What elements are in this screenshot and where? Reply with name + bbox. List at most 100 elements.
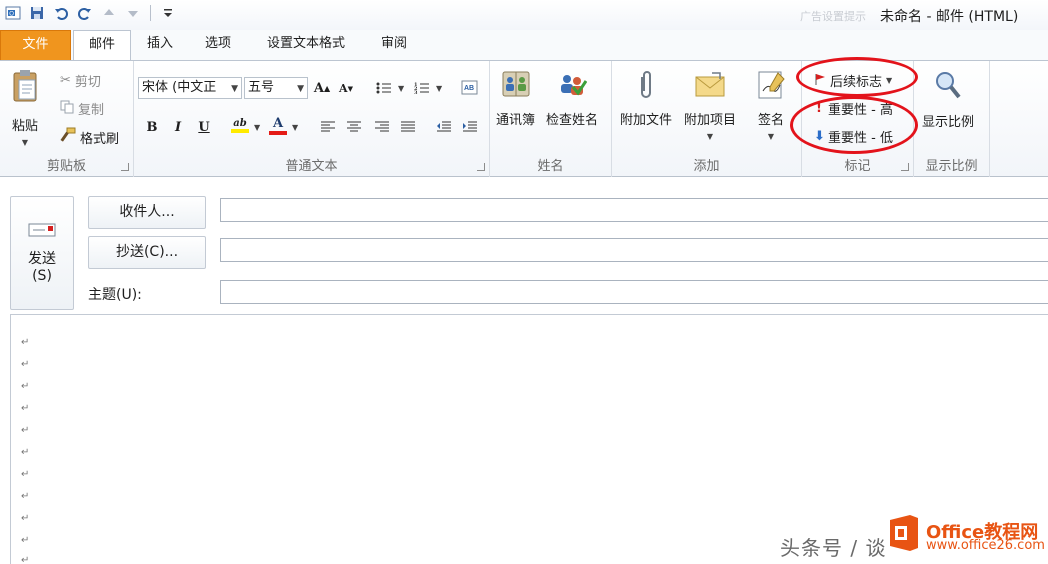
office-logo-icon — [886, 514, 920, 552]
basic-text-group: 宋体 (中文正 ▼ 五号 ▼ A ▲ A ▼ ▼ 123 ▼ AB B I U ab… — [134, 61, 490, 177]
address-book-button[interactable]: 通讯簿 — [496, 69, 535, 128]
title-bar: O 广告设置提示 未命名 - 邮件 (HTML) — [0, 0, 1048, 30]
increase-indent-icon[interactable] — [460, 117, 480, 137]
paragraph-mark: ↵ — [21, 513, 30, 524]
signature-icon — [756, 69, 786, 105]
cc-field[interactable] — [220, 238, 1048, 262]
tab-options[interactable]: 选项 — [190, 30, 246, 60]
paragraph-mark: ↵ — [21, 535, 30, 546]
qat-separator — [150, 5, 151, 21]
address-book-label: 通讯簿 — [496, 113, 536, 128]
paste-dropdown-icon[interactable]: ▼ — [22, 138, 28, 147]
paragraph-mark: ↵ — [21, 425, 30, 436]
check-names-label: 检查姓名 — [546, 113, 599, 128]
paragraph-mark: ↵ — [21, 403, 30, 414]
justify-icon[interactable] — [398, 117, 418, 137]
attach-item-button[interactable]: 附加项目 ▼ — [684, 69, 736, 141]
styles-icon[interactable]: AB — [460, 78, 480, 98]
format-painter-label: 格式刷 — [80, 131, 120, 147]
paragraph-mark: ↵ — [21, 469, 30, 480]
annotation-ellipse-importance — [790, 96, 918, 154]
send-label: 发送 — [28, 251, 56, 267]
subject-field[interactable] — [220, 280, 1048, 304]
send-button[interactable]: 发送 (S) — [10, 196, 74, 310]
clipboard-group-label: 剪贴板 — [46, 159, 86, 174]
highlight-icon[interactable]: ab — [230, 115, 250, 135]
bold-icon[interactable]: B — [142, 117, 162, 137]
basic-text-dialog-launcher[interactable] — [477, 163, 485, 171]
include-group: 附加文件 附加项目 ▼ 签名 ▼ 添加 — [612, 61, 802, 177]
paragraph-mark: ↵ — [21, 555, 30, 564]
clipboard-dialog-launcher[interactable] — [121, 163, 129, 171]
paragraph-mark: ↵ — [21, 359, 30, 370]
compose-header: 发送 (S) 收件人... 抄送(C)... 主题(U): — [0, 178, 1048, 314]
zoom-button[interactable]: 显示比例 — [922, 69, 974, 130]
to-field[interactable] — [220, 198, 1048, 222]
font-color-icon[interactable]: A — [268, 115, 288, 135]
font-name-combo[interactable]: 宋体 (中文正 ▼ — [138, 77, 242, 99]
send-shortcut: (S) — [32, 268, 52, 284]
tab-message[interactable]: 邮件 — [73, 30, 131, 61]
redo-icon[interactable] — [76, 4, 94, 22]
underline-icon[interactable]: U — [194, 117, 214, 137]
zoom-group-label: 显示比例 — [925, 159, 978, 174]
include-group-label: 添加 — [693, 159, 720, 174]
copy-icon — [60, 100, 74, 118]
grow-font-icon[interactable]: A ▲ — [312, 78, 332, 98]
font-name-value: 宋体 (中文正 — [142, 80, 217, 95]
attach-item-dropdown-icon[interactable]: ▼ — [707, 132, 713, 141]
bullets-icon[interactable] — [374, 78, 394, 98]
paragraph-mark: ↵ — [21, 337, 30, 348]
numbering-icon[interactable]: 123 — [412, 78, 432, 98]
undo-icon[interactable] — [52, 4, 70, 22]
tab-file[interactable]: 文件 — [0, 30, 71, 60]
signature-button[interactable]: 签名 ▼ — [756, 69, 786, 141]
outlook-app-icon[interactable]: O — [4, 4, 22, 22]
watermark-source: 头条号 / 谈 — [780, 536, 887, 560]
bullets-dropdown-icon[interactable]: ▼ — [398, 84, 404, 93]
align-center-icon[interactable] — [344, 117, 364, 137]
save-icon[interactable] — [28, 4, 46, 22]
copy-label: 复制 — [78, 103, 105, 118]
tab-review[interactable]: 审阅 — [366, 30, 422, 60]
italic-icon[interactable]: I — [168, 117, 188, 137]
highlight-dropdown-icon[interactable]: ▼ — [254, 123, 260, 132]
paragraph-mark: ↵ — [21, 381, 30, 392]
numbering-dropdown-icon[interactable]: ▼ — [436, 84, 442, 93]
zoom-label: 显示比例 — [922, 115, 975, 130]
check-names-button[interactable]: 检查姓名 — [546, 69, 598, 128]
to-button[interactable]: 收件人... — [88, 196, 206, 229]
paste-button[interactable]: 粘贴 ▼ — [10, 69, 40, 147]
font-color-dropdown-icon[interactable]: ▼ — [292, 123, 298, 132]
cc-button[interactable]: 抄送(C)... — [88, 236, 206, 269]
annotation-ellipse-follow-up — [796, 57, 918, 97]
format-painter-button[interactable]: 格式刷 — [60, 127, 119, 147]
signature-dropdown-icon[interactable]: ▼ — [768, 132, 774, 141]
send-envelope-icon — [27, 222, 57, 242]
copy-button[interactable]: 复制 — [60, 99, 104, 118]
attach-item-label: 附加项目 — [684, 113, 737, 128]
align-right-icon[interactable] — [372, 117, 392, 137]
customize-qat-icon[interactable] — [159, 4, 177, 22]
shrink-font-icon[interactable]: A ▼ — [336, 78, 356, 98]
svg-text:O: O — [9, 12, 14, 18]
attach-file-button[interactable]: 附加文件 — [620, 69, 672, 128]
paste-label: 粘贴 — [11, 119, 38, 134]
ribbon-tab-bar: 文件 邮件 插入 选项 设置文本格式 审阅 — [0, 30, 1048, 61]
decrease-indent-icon[interactable] — [434, 117, 454, 137]
paste-icon — [10, 69, 40, 107]
check-names-icon — [557, 69, 588, 103]
font-size-combo[interactable]: 五号 ▼ — [244, 77, 308, 99]
tags-dialog-launcher[interactable] — [901, 163, 909, 171]
cut-button[interactable]: ✂ 剪切 — [60, 71, 101, 90]
align-left-icon[interactable] — [318, 117, 338, 137]
tab-format-text[interactable]: 设置文本格式 — [250, 30, 362, 60]
down-arrow-icon[interactable] — [124, 4, 142, 22]
address-book-icon — [501, 69, 531, 103]
faded-title-hint: 广告设置提示 — [800, 10, 866, 23]
up-arrow-icon[interactable] — [100, 4, 118, 22]
paragraph-mark: ↵ — [21, 447, 30, 458]
svg-text:3: 3 — [414, 90, 418, 95]
font-name-dropdown-icon: ▼ — [231, 84, 238, 94]
tab-insert[interactable]: 插入 — [134, 30, 186, 60]
